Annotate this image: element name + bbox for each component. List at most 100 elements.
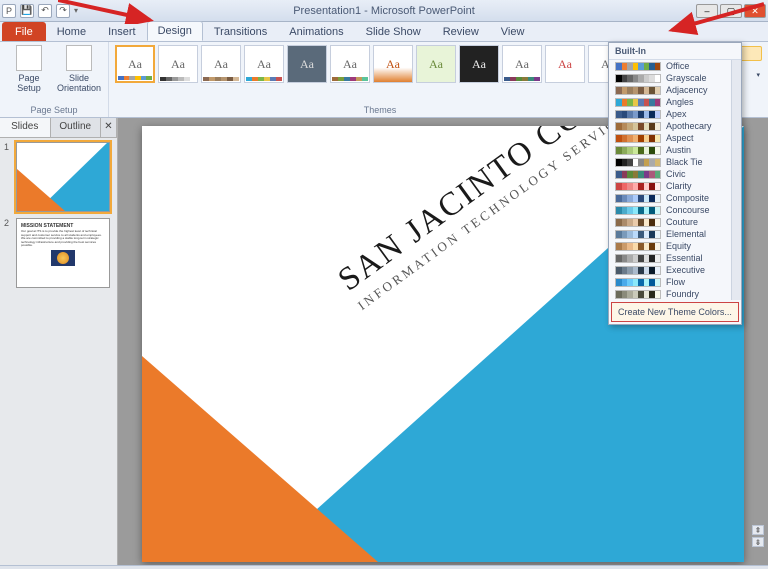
tab-home[interactable]: Home [46,22,97,41]
theme-thumb[interactable]: Aa [287,45,327,83]
page-setup-label: Page Setup [6,73,52,93]
theme-thumb[interactable]: Aa [158,45,198,83]
theme-thumb[interactable]: Aa [545,45,585,83]
save-icon[interactable]: 💾 [20,4,34,18]
color-theme-row[interactable]: Apothecary [609,120,741,132]
color-theme-row[interactable]: Aspect [609,132,741,144]
color-theme-row[interactable]: Essential [609,252,741,264]
outline-tab[interactable]: Outline [51,118,102,137]
color-theme-row[interactable]: Black Tie [609,156,741,168]
color-theme-label: Grayscale [666,73,707,83]
tab-file[interactable]: File [2,22,46,41]
color-theme-row[interactable]: Austin [609,144,741,156]
color-theme-row[interactable]: Grayscale [609,72,741,84]
color-theme-label: Adjacency [666,85,708,95]
page-setup-button[interactable]: Page Setup [6,45,52,93]
color-theme-row[interactable]: Foundry [609,288,741,300]
colors-menu-list[interactable]: OfficeGrayscale AdjacencyAnglesApexApothe… [609,60,741,300]
color-theme-label: Austin [666,145,691,155]
slides-tab[interactable]: Slides [0,118,51,137]
thumb-number: 1 [4,142,12,212]
themes-group-label: Themes [115,103,645,117]
theme-thumb[interactable]: Aa [373,45,413,83]
color-strip [615,230,661,239]
next-slide-icon[interactable]: ⇟ [752,537,764,547]
color-theme-row[interactable]: Angles [609,96,741,108]
theme-thumb[interactable]: Aa [502,45,542,83]
create-new-theme-colors[interactable]: Create New Theme Colors... [611,302,739,322]
window-title: Presentation1 - Microsoft PowerPoint [293,5,475,17]
theme-thumb[interactable]: Aa [201,45,241,83]
prev-slide-icon[interactable]: ⇞ [752,525,764,535]
tab-insert[interactable]: Insert [97,22,147,41]
color-theme-label: Essential [666,253,703,263]
thumb-number: 2 [4,218,12,288]
color-theme-row[interactable]: Office [609,60,741,72]
theme-thumb[interactable]: Aa [416,45,456,83]
ribbon-group-themes: Aa Aa Aa Aa Aa Aa Aa Aa Aa Aa Aa Aa ▴ ▾ … [109,42,652,117]
theme-gallery[interactable]: Aa Aa Aa Aa Aa Aa Aa Aa Aa Aa Aa Aa ▴ ▾ … [115,45,645,83]
thumbnail-list: 1 2 MISSION STATEMENT Our goal at ITS is… [0,138,117,292]
theme-thumb[interactable]: Aa [459,45,499,83]
color-strip [615,98,661,107]
slides-panel: Slides Outline ✕ 1 2 MISSION STATEMENT O… [0,118,118,565]
thumb-preview [16,142,110,212]
color-strip [615,242,661,251]
slide-thumbnail-2[interactable]: 2 MISSION STATEMENT Our goal at ITS is t… [4,218,113,288]
color-strip [615,194,661,203]
undo-icon[interactable]: ↶ [38,4,52,18]
redo-icon[interactable]: ↷ [56,4,70,18]
color-strip [615,182,661,191]
colors-menu: Built-In OfficeGrayscaleAdjacencyAnglesA… [608,42,742,325]
slides-panel-tabs: Slides Outline ✕ [0,118,117,138]
color-theme-row[interactable]: Executive [609,264,741,276]
color-theme-row[interactable]: Apex [609,108,741,120]
slide-orientation-label: Slide Orientation [56,73,102,93]
tab-animations[interactable]: Animations [278,22,354,41]
color-theme-label: Couture [666,217,698,227]
color-theme-label: Executive [666,265,705,275]
color-theme-row[interactable]: Concourse [609,204,741,216]
color-theme-row[interactable]: Clarity [609,180,741,192]
color-theme-label: Apex [666,109,687,119]
color-strip [615,206,661,215]
panel-close-icon[interactable]: ✕ [101,118,117,137]
color-strip [615,86,661,95]
color-theme-row[interactable]: Adjacency [609,84,741,96]
qat-more-icon[interactable]: ▾ [74,6,78,15]
color-theme-label: Equity [666,241,691,251]
color-theme-row[interactable]: Elemental [609,228,741,240]
tab-design[interactable]: Design [147,21,203,41]
ribbon-tabs: File Home Insert Design Transitions Anim… [0,22,768,42]
maximize-button[interactable]: ▢ [720,4,742,18]
powerpoint-icon: P [2,4,16,18]
tab-slideshow[interactable]: Slide Show [355,22,432,41]
color-theme-row[interactable]: Couture [609,216,741,228]
theme-thumb[interactable]: Aa [330,45,370,83]
theme-thumb[interactable]: Aa [115,45,155,83]
color-theme-row[interactable]: Composite [609,192,741,204]
color-theme-label: Concourse [666,205,710,215]
theme-thumb[interactable]: Aa [244,45,284,83]
slide-thumbnail-1[interactable]: 1 [4,142,113,212]
color-theme-label: Black Tie [666,157,703,167]
page-setup-icon [16,45,42,71]
close-button[interactable]: ✕ [744,4,766,18]
orientation-icon [66,45,92,71]
color-strip [615,62,661,71]
tab-view[interactable]: View [490,22,536,41]
tab-review[interactable]: Review [432,22,490,41]
color-theme-row[interactable]: Civic [609,168,741,180]
ribbon-group-page-setup: Page Setup Slide Orientation Page Setup [0,42,109,117]
color-strip [615,218,661,227]
slide-nav-arrows: ⇞ ⇟ [752,525,764,547]
colors-menu-header: Built-In [609,43,741,60]
thumb-preview: MISSION STATEMENT Our goal at ITS is to … [16,218,110,288]
color-theme-row[interactable]: Flow [609,276,741,288]
color-theme-row[interactable]: Equity [609,240,741,252]
minimize-button[interactable]: – [696,4,718,18]
tab-transitions[interactable]: Transitions [203,22,278,41]
scrollbar[interactable] [731,60,741,300]
slide-shape-orange [142,356,378,562]
slide-orientation-button[interactable]: Slide Orientation [56,45,102,93]
